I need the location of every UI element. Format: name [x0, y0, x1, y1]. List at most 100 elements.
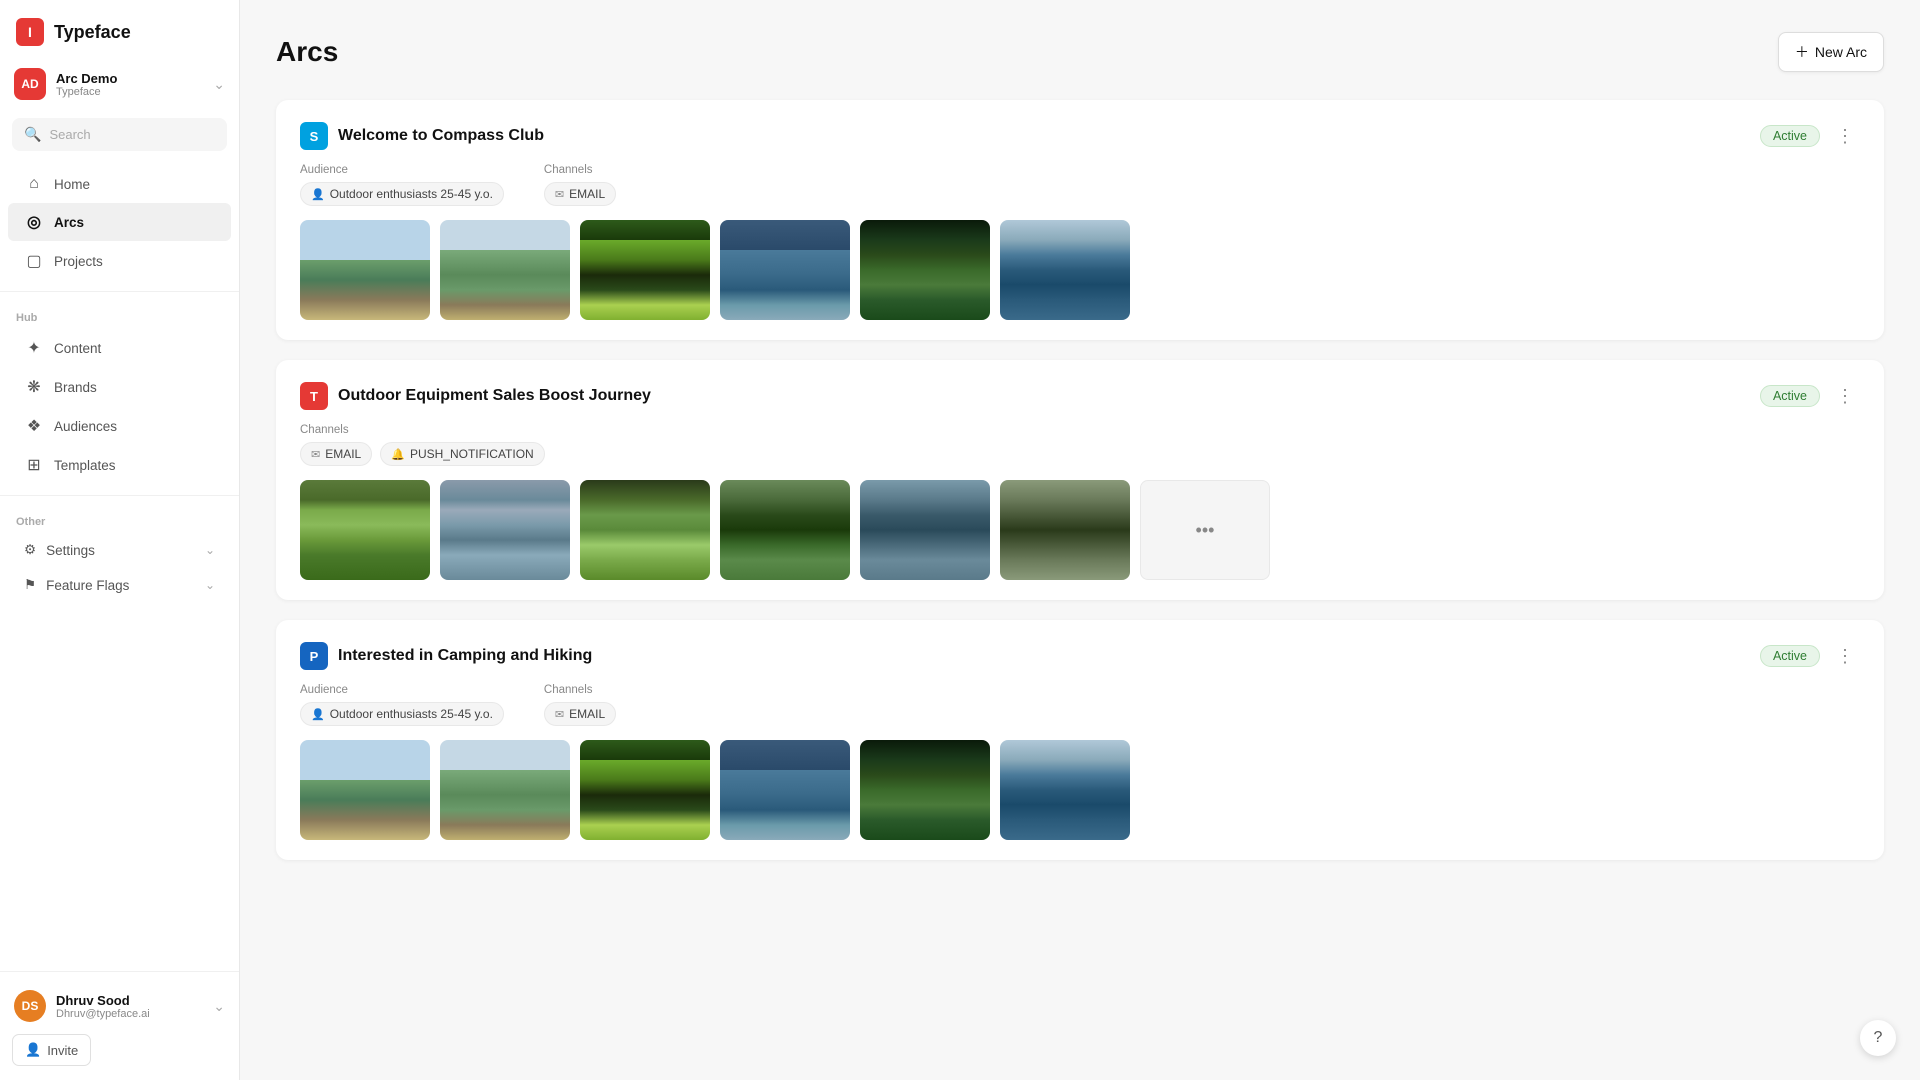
- arc-meta-1: Audience 👤 Outdoor enthusiasts 25-45 y.o…: [300, 164, 1860, 206]
- user-name: Dhruv Sood: [56, 993, 150, 1008]
- sidebar-item-content[interactable]: ✦ Content: [8, 329, 231, 367]
- templates-icon: ⊞: [24, 455, 44, 475]
- email-icon: ✉: [555, 188, 564, 201]
- thumbnail-item[interactable]: [440, 480, 570, 580]
- channels-label-3: Channels: [544, 684, 616, 696]
- thumbnail-item[interactable]: [720, 740, 850, 840]
- audience-label-1: Audience: [300, 164, 504, 176]
- arc-card-camping-hiking: P Interested in Camping and Hiking Activ…: [276, 620, 1884, 860]
- new-arc-plus-icon: ＋: [1795, 42, 1809, 62]
- sidebar-item-arcs[interactable]: ◎ Arcs: [8, 203, 231, 241]
- sidebar-item-feature-flags[interactable]: ⚑ Feature Flags ⌄: [8, 568, 231, 602]
- search-icon: 🔍: [24, 126, 41, 143]
- audiences-icon: ❖: [24, 416, 44, 436]
- workspace-left: AD Arc Demo Typeface: [14, 68, 117, 100]
- sidebar-item-audiences[interactable]: ❖ Audiences: [8, 407, 231, 445]
- arc-more-button-2[interactable]: ⋮: [1830, 384, 1860, 409]
- workspace-name: Arc Demo: [56, 71, 117, 86]
- user-row[interactable]: DS Dhruv Sood Dhruv@typeface.ai ⌄: [0, 982, 239, 1030]
- arc-more-button-1[interactable]: ⋮: [1830, 124, 1860, 149]
- channels-label-2: Channels: [300, 424, 545, 436]
- invite-button[interactable]: 👤 Invite: [12, 1034, 91, 1066]
- arc-card-header-2: T Outdoor Equipment Sales Boost Journey …: [300, 382, 1860, 410]
- search-box[interactable]: 🔍 Search: [12, 118, 227, 151]
- status-badge-3: Active: [1760, 645, 1820, 667]
- sidebar-item-settings-label: Settings: [46, 543, 95, 558]
- thumbnail-item[interactable]: [580, 480, 710, 580]
- arc-card-welcome-compass: S Welcome to Compass Club Active ⋮ Audie…: [276, 100, 1884, 340]
- audience-chip-3: 👤 Outdoor enthusiasts 25-45 y.o.: [300, 702, 504, 726]
- person-icon: 👤: [311, 188, 325, 201]
- email-icon-2: ✉: [311, 448, 320, 461]
- arc-brand-icon-2: T: [300, 382, 328, 410]
- thumbnail-item[interactable]: [300, 220, 430, 320]
- arc-meta-2: Channels ✉ EMAIL 🔔 PUSH_NOTIFICATION: [300, 424, 1860, 466]
- sidebar-item-templates[interactable]: ⊞ Templates: [8, 446, 231, 484]
- workspace-sub: Typeface: [56, 86, 117, 98]
- thumbnail-item[interactable]: [720, 220, 850, 320]
- arc-card-header-3: P Interested in Camping and Hiking Activ…: [300, 642, 1860, 670]
- sidebar-item-settings[interactable]: ⚙ Settings ⌄: [8, 533, 231, 567]
- sidebar-item-content-label: Content: [54, 341, 101, 356]
- thumbnail-item[interactable]: [1000, 480, 1130, 580]
- user-plus-icon: 👤: [25, 1042, 41, 1058]
- sidebar-item-home[interactable]: ⌂ Home: [8, 166, 231, 202]
- arc-thumbnails-2: •••: [300, 480, 1860, 580]
- arcs-icon: ◎: [24, 212, 44, 232]
- arc-thumbnails-1: [300, 220, 1860, 320]
- sidebar-item-arcs-label: Arcs: [54, 215, 84, 230]
- logo-icon: I: [16, 18, 44, 46]
- thumbnails-more-button[interactable]: •••: [1140, 480, 1270, 580]
- other-nav: Other ⚙ Settings ⌄ ⚑ Feature Flags ⌄: [0, 502, 239, 607]
- arc-more-button-3[interactable]: ⋮: [1830, 644, 1860, 669]
- sidebar-item-templates-label: Templates: [54, 458, 116, 473]
- user-avatar: DS: [14, 990, 46, 1022]
- thumbnail-item[interactable]: [1000, 220, 1130, 320]
- app-name: Typeface: [54, 22, 131, 43]
- audience-value-3: Outdoor enthusiasts 25-45 y.o.: [330, 707, 493, 721]
- search-placeholder: Search: [49, 127, 90, 142]
- sidebar-item-brands[interactable]: ❋ Brands: [8, 368, 231, 406]
- audience-value-1: Outdoor enthusiasts 25-45 y.o.: [330, 187, 493, 201]
- thumbnail-item[interactable]: [580, 740, 710, 840]
- channel-email-3: ✉ EMAIL: [544, 702, 616, 726]
- projects-icon: ▢: [24, 251, 44, 271]
- settings-icon: ⚙: [24, 542, 36, 558]
- main-nav: ⌂ Home ◎ Arcs ▢ Projects: [0, 161, 239, 285]
- user-chevron-icon: ⌄: [213, 998, 225, 1015]
- status-badge-1: Active: [1760, 125, 1820, 147]
- help-button[interactable]: ?: [1860, 1020, 1896, 1056]
- thumbnail-item[interactable]: [300, 740, 430, 840]
- arc-title-1: Welcome to Compass Club: [338, 127, 544, 145]
- nav-divider-1: [0, 291, 239, 292]
- sidebar-item-home-label: Home: [54, 177, 90, 192]
- arc-title-2: Outdoor Equipment Sales Boost Journey: [338, 387, 651, 405]
- user-email: Dhruv@typeface.ai: [56, 1008, 150, 1020]
- arc-meta-3: Audience 👤 Outdoor enthusiasts 25-45 y.o…: [300, 684, 1860, 726]
- sidebar-item-projects[interactable]: ▢ Projects: [8, 242, 231, 280]
- thumbnail-item[interactable]: [1000, 740, 1130, 840]
- sidebar-item-brands-label: Brands: [54, 380, 97, 395]
- new-arc-button[interactable]: ＋ New Arc: [1778, 32, 1884, 72]
- thumbnail-item[interactable]: [440, 220, 570, 320]
- audience-chip-1: 👤 Outdoor enthusiasts 25-45 y.o.: [300, 182, 504, 206]
- logo-row: I Typeface: [0, 0, 239, 60]
- other-label: Other: [0, 506, 239, 532]
- thumbnail-item[interactable]: [720, 480, 850, 580]
- thumbnail-item[interactable]: [300, 480, 430, 580]
- workspace-selector[interactable]: AD Arc Demo Typeface ⌄: [0, 60, 239, 114]
- arc-thumbnails-3: [300, 740, 1860, 840]
- thumbnail-item[interactable]: [860, 480, 990, 580]
- arc-title-3: Interested in Camping and Hiking: [338, 647, 592, 665]
- channel-push-2: 🔔 PUSH_NOTIFICATION: [380, 442, 545, 466]
- home-icon: ⌂: [24, 175, 44, 193]
- thumbnail-item[interactable]: [860, 740, 990, 840]
- sidebar-item-feature-flags-label: Feature Flags: [46, 578, 129, 593]
- arc-brand-icon-1: S: [300, 122, 328, 150]
- thumbnail-item[interactable]: [580, 220, 710, 320]
- page-title: Arcs: [276, 36, 338, 68]
- thumbnail-item[interactable]: [440, 740, 570, 840]
- workspace-avatar: AD: [14, 68, 46, 100]
- invite-label: Invite: [47, 1043, 78, 1058]
- thumbnail-item[interactable]: [860, 220, 990, 320]
